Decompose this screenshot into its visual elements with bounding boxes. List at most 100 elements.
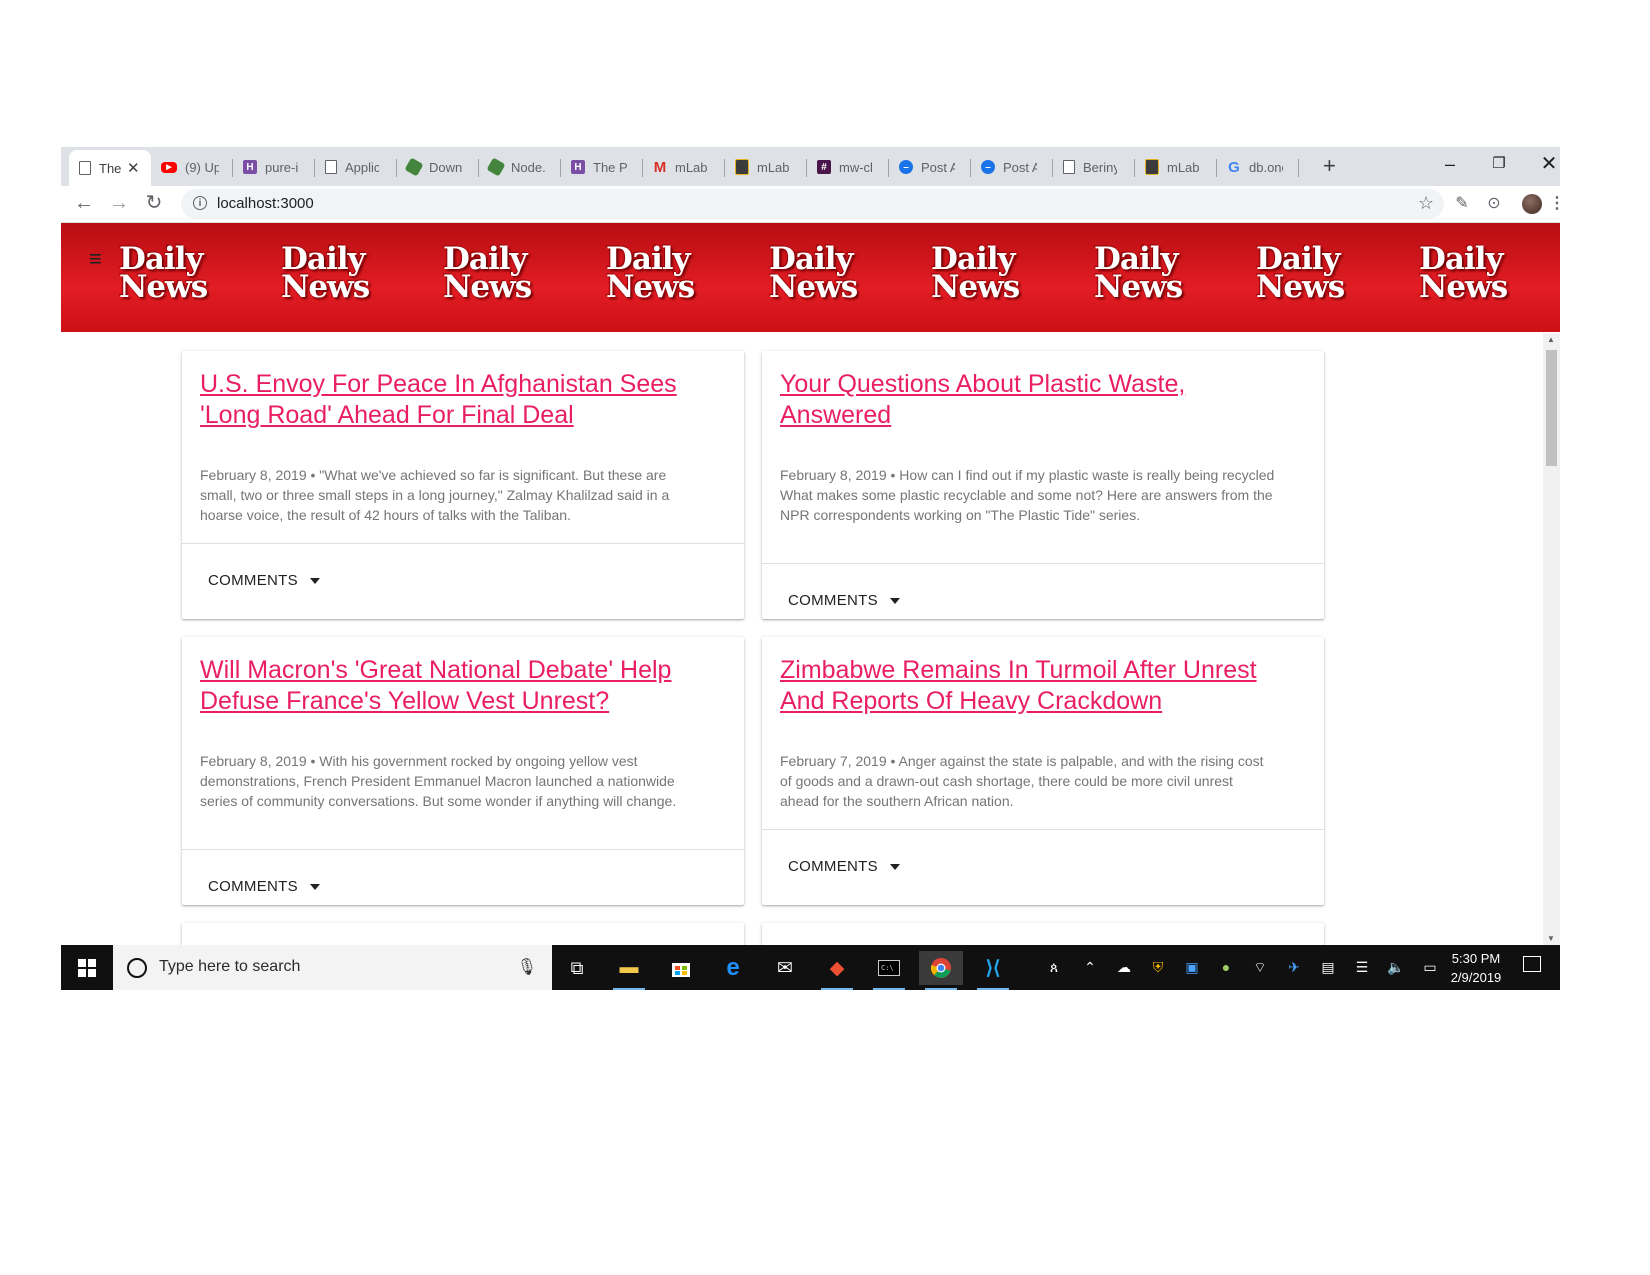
git-icon[interactable]: ◆ <box>815 951 859 990</box>
site-header: ≡ Daily News Daily News Daily News Daily New… <box>61 223 1560 332</box>
caret-down-icon <box>889 598 900 605</box>
card-divider <box>182 543 744 544</box>
tab-4[interactable]: Downl <box>397 151 479 183</box>
windows-logo-icon <box>78 958 96 977</box>
tab-13[interactable]: mLab <box>1135 151 1217 183</box>
address-bar[interactable]: i localhost:3000 ☆ <box>181 189 1444 219</box>
tab-label: mLab <box>675 159 708 175</box>
minimize-button[interactable]: – <box>1427 149 1473 179</box>
scrollbar-thumb[interactable] <box>1546 350 1557 466</box>
gmail-icon: M <box>653 158 667 176</box>
scroll-down-arrow-icon[interactable]: ▼ <box>1547 934 1555 943</box>
hamburger-menu-icon[interactable]: ≡ <box>89 248 102 270</box>
article-card-partial <box>762 923 1324 945</box>
bookmark-star-icon[interactable]: ☆ <box>1418 193 1434 214</box>
store-icon[interactable] <box>659 951 703 985</box>
security-shield-icon[interactable]: ⛨ <box>1145 956 1171 978</box>
article-card: U.S. Envoy For Peace In Afghanistan Sees… <box>182 351 744 619</box>
extension-circle-icon[interactable]: ⊙ <box>1483 193 1505 215</box>
page-icon <box>79 161 91 175</box>
article-title-link[interactable]: Will Macron's 'Great National Debate' He… <box>200 655 720 717</box>
forward-button[interactable]: → <box>106 192 132 214</box>
comments-toggle-button[interactable]: COMMENTS <box>208 572 320 589</box>
article-card: Will Macron's 'Great National Debate' He… <box>182 637 744 905</box>
logo: Daily News <box>443 241 532 305</box>
onedrive-icon[interactable]: ☁ <box>1111 956 1137 978</box>
card-divider <box>182 849 744 850</box>
terminal-icon[interactable]: C:\ <box>867 951 911 990</box>
new-tab-button[interactable]: + <box>1323 153 1336 179</box>
taskbar-search-box[interactable]: Type here to search 🎙 <box>113 945 552 990</box>
tab-14[interactable]: G db.onc <box>1217 151 1299 183</box>
restore-button[interactable]: ❐ <box>1476 149 1522 179</box>
card-divider <box>762 563 1324 564</box>
task-view-icon[interactable]: ⧉ <box>555 951 599 985</box>
tab-label: mLab <box>757 159 790 175</box>
tab-5[interactable]: Node.j <box>479 151 561 183</box>
circle-app-icon: – <box>981 160 995 174</box>
menu-kebab-icon[interactable]: ⋮ <box>1549 193 1560 215</box>
tray-list-icon[interactable]: ☰ <box>1349 956 1375 978</box>
vertical-scrollbar[interactable]: ▲ ▼ <box>1543 333 1560 945</box>
tab-label: mw-cl <box>839 159 873 175</box>
article-card: Zimbabwe Remains In Turmoil After Unrest… <box>762 637 1324 905</box>
tab-12[interactable]: Beriny <box>1053 151 1135 183</box>
volume-icon[interactable]: 🔈 <box>1383 956 1409 978</box>
tab-3[interactable]: Applic <box>315 151 397 183</box>
tray-box-icon[interactable]: ▤ <box>1315 956 1341 978</box>
tab-11[interactable]: – Post A <box>971 151 1053 183</box>
comments-toggle-button[interactable]: COMMENTS <box>788 592 900 609</box>
info-icon[interactable]: i <box>193 196 207 210</box>
close-tab-icon[interactable]: ✕ <box>127 159 140 177</box>
tab-label: The <box>99 160 121 176</box>
start-button[interactable] <box>61 945 113 990</box>
nodejs-icon <box>404 157 424 177</box>
file-explorer-icon[interactable]: ▬ <box>607 951 651 990</box>
vscode-icon[interactable]: ⟩⟨ <box>971 951 1015 990</box>
reload-button[interactable]: ↻ <box>141 192 167 214</box>
tab-2[interactable]: H pure-i <box>233 151 315 183</box>
tab-9[interactable]: # mw-cl <box>807 151 889 183</box>
people-icon[interactable]: ጰ <box>1041 956 1067 978</box>
comments-toggle-button[interactable]: COMMENTS <box>788 858 900 875</box>
profile-avatar[interactable] <box>1522 194 1542 214</box>
microphone-icon[interactable]: 🎙 <box>517 957 537 977</box>
mail-icon[interactable]: ✉ <box>763 951 807 985</box>
tab-0[interactable]: The ✕ <box>69 150 151 186</box>
search-placeholder[interactable]: Type here to search <box>159 958 300 976</box>
tab-10[interactable]: – Post A <box>889 151 971 183</box>
tab-label: Node.j <box>511 159 545 175</box>
tab-8[interactable]: mLab <box>725 151 807 183</box>
action-center-icon[interactable] <box>1523 956 1541 972</box>
chrome-icon[interactable] <box>919 951 963 990</box>
edge-icon[interactable]: e <box>711 951 755 985</box>
back-button[interactable]: ← <box>71 192 97 214</box>
tab-1[interactable]: ▶ (9) Up <box>151 151 233 183</box>
extension-eyedropper-icon[interactable]: ✎ <box>1451 193 1473 215</box>
comments-toggle-button[interactable]: COMMENTS <box>208 878 320 895</box>
nodejs-icon <box>486 157 506 177</box>
tab-6[interactable]: H The Pr <box>561 151 643 183</box>
heroku-icon: H <box>243 160 257 174</box>
clock-time: 5:30 PM <box>1451 951 1501 966</box>
circle-app-icon: – <box>899 160 913 174</box>
tab-label: (9) Up <box>185 159 219 175</box>
tab-7[interactable]: M mLab <box>643 151 725 183</box>
wifi-icon[interactable]: ⌔ <box>1247 956 1273 978</box>
article-title-link[interactable]: U.S. Envoy For Peace In Afghanistan Sees… <box>200 369 720 431</box>
show-hidden-icons-chevron-icon[interactable]: ⌃ <box>1077 956 1103 978</box>
tray-app-icon[interactable]: ▣ <box>1179 956 1205 978</box>
article-card-partial <box>182 923 744 945</box>
tray-green-icon[interactable]: ● <box>1213 956 1239 978</box>
close-window-button[interactable]: ✕ <box>1526 149 1560 179</box>
cortana-icon <box>127 958 147 978</box>
tab-label: The Pr <box>593 159 627 175</box>
slack-icon: # <box>817 160 831 174</box>
system-clock[interactable]: 5:30 PM 2/9/2019 <box>1436 949 1516 987</box>
scroll-up-arrow-icon[interactable]: ▲ <box>1547 335 1555 344</box>
bluetooth-icon[interactable]: ✈ <box>1281 956 1307 978</box>
youtube-icon: ▶ <box>161 161 177 173</box>
article-title-link[interactable]: Your Questions About Plastic Waste, Answ… <box>780 369 1300 431</box>
url-text[interactable]: localhost:3000 <box>217 195 314 212</box>
article-title-link[interactable]: Zimbabwe Remains In Turmoil After Unrest… <box>780 655 1300 717</box>
